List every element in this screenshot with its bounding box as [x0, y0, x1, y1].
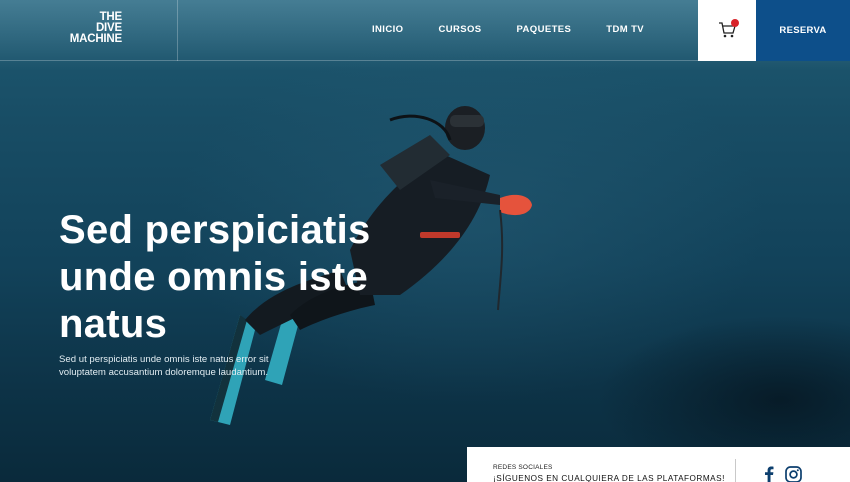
- instagram-icon[interactable]: [785, 466, 802, 482]
- nav-item-cursos[interactable]: CURSOS: [438, 24, 481, 35]
- facebook-icon[interactable]: [764, 466, 774, 482]
- social-headline: ¡SÍGUENOS EN CUALQUIERA DE LAS PLATAFORM…: [493, 474, 725, 482]
- brand-logo[interactable]: THE DIVE MACHINE: [58, 11, 122, 45]
- logo-line-3: MACHINE: [69, 33, 122, 45]
- cart-badge: [731, 19, 739, 27]
- social-label: REDES SOCIALES: [493, 464, 553, 471]
- nav-item-inicio[interactable]: INICIO: [372, 24, 403, 35]
- main-nav: INICIO CURSOS PAQUETES TDM TV: [372, 24, 679, 35]
- nav-item-tdm-tv[interactable]: TDM TV: [606, 24, 644, 35]
- social-panel: REDES SOCIALES ¡SÍGUENOS EN CUALQUIERA D…: [467, 447, 850, 482]
- cart-button[interactable]: [698, 0, 756, 61]
- top-header: THE DIVE MACHINE INICIO CURSOS PAQUETES …: [0, 0, 850, 61]
- hero-subtitle: Sed ut perspiciatis unde omnis iste natu…: [59, 354, 269, 378]
- logo-area: THE DIVE MACHINE: [0, 0, 178, 61]
- reserve-button[interactable]: RESERVA: [756, 0, 850, 61]
- hero-title: Sed perspiciatis unde omnis iste natus: [59, 208, 371, 346]
- divider: [735, 459, 736, 482]
- nav-item-paquetes[interactable]: PAQUETES: [516, 24, 571, 35]
